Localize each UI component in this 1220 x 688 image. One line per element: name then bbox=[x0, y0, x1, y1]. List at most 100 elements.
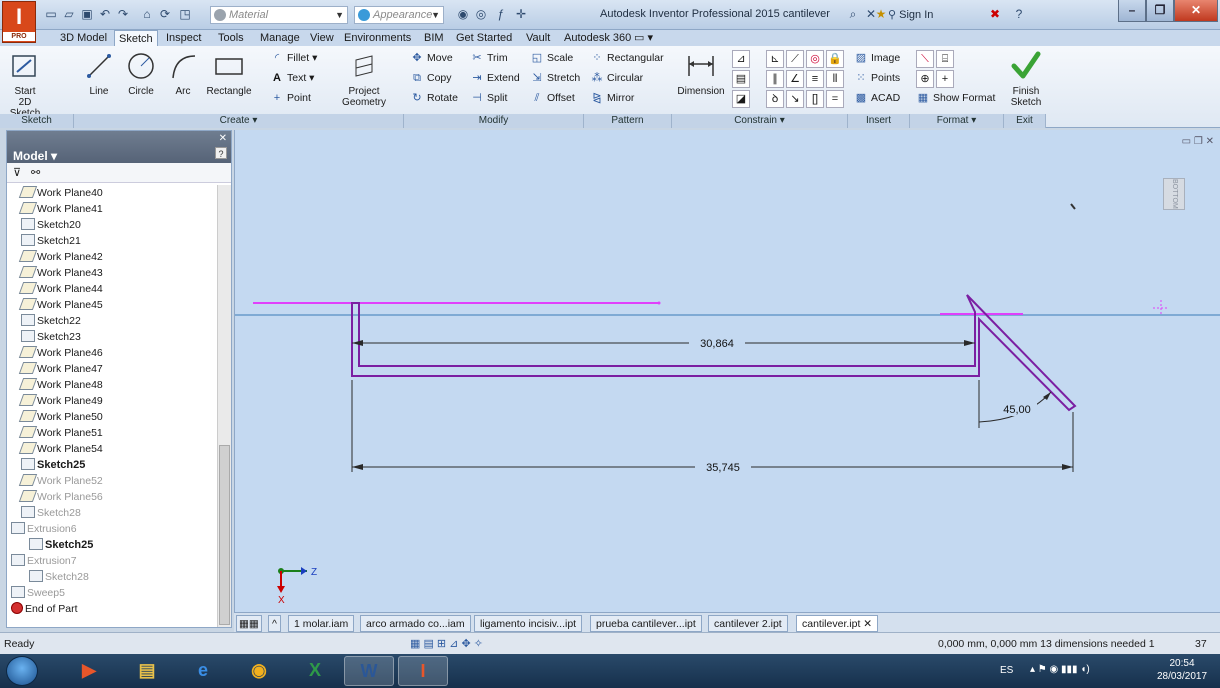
minimize-button[interactable]: – bbox=[1118, 0, 1146, 22]
text-button[interactable]: A Text ▾ bbox=[270, 70, 314, 87]
doc-tab[interactable]: 1 molar.iam bbox=[288, 615, 355, 632]
home-icon[interactable]: ⌂ bbox=[140, 7, 154, 21]
coincident-constraint-icon[interactable]: ∠ bbox=[786, 70, 804, 88]
close-icon[interactable]: ✕ bbox=[219, 133, 227, 144]
tab-vault[interactable]: Vault bbox=[522, 30, 554, 46]
tree-item[interactable]: Work Plane40 bbox=[18, 185, 103, 201]
tray-clock[interactable]: 20:54 28/03/2017 bbox=[1150, 657, 1214, 683]
ribbon-options-icon[interactable]: ▭ ▾ bbox=[630, 30, 657, 46]
dimension-total-length[interactable]: 35,745 bbox=[706, 462, 740, 474]
tree-item[interactable]: Sketch21 bbox=[21, 233, 81, 249]
tree-item[interactable]: Work Plane44 bbox=[18, 281, 103, 297]
start-2d-sketch-button[interactable]: Start 2D Sketch bbox=[2, 48, 48, 119]
collinear-constraint-icon[interactable]: ↘ bbox=[786, 90, 804, 108]
tree-item[interactable]: Work Plane45 bbox=[18, 297, 103, 313]
copy-button[interactable]: ⧉ Copy bbox=[410, 70, 451, 87]
clear-icon[interactable]: ◎ bbox=[474, 7, 488, 21]
rectangular-pattern-button[interactable]: ⁘ Rectangular bbox=[590, 50, 663, 67]
construction-icon[interactable]: ⟍ bbox=[916, 50, 934, 68]
undo-icon[interactable]: ↶ bbox=[98, 7, 112, 21]
viewport-window-controls[interactable]: ▭ ❐ ✕ bbox=[1182, 136, 1214, 147]
dimension-angle[interactable]: 45,00 bbox=[1003, 404, 1031, 416]
tree-item[interactable]: Work Plane51 bbox=[18, 425, 103, 441]
inventor-taskbar-icon[interactable]: I bbox=[398, 656, 448, 686]
word-icon[interactable]: W bbox=[344, 656, 394, 686]
project-geometry-button[interactable]: Project Geometry bbox=[338, 48, 390, 112]
tree-item[interactable]: Sketch22 bbox=[21, 313, 81, 329]
tree-item[interactable]: Work Plane48 bbox=[18, 377, 103, 393]
rectangle-button[interactable]: Rectangle bbox=[200, 48, 258, 112]
rotate-button[interactable]: ↻ Rotate bbox=[410, 90, 458, 107]
tree-item[interactable]: Work Plane49 bbox=[18, 393, 103, 409]
help-icon[interactable]: ? bbox=[1012, 7, 1026, 21]
vertical-constraint-icon[interactable]: ⦀ bbox=[826, 70, 844, 88]
tabs-menu-icon[interactable]: ^ bbox=[268, 615, 281, 632]
redo-icon[interactable]: ↷ bbox=[116, 7, 130, 21]
doc-tab[interactable]: ligamento incisiv...ipt bbox=[474, 615, 583, 632]
tree-item[interactable]: Sketch23 bbox=[21, 329, 81, 345]
tree-item[interactable]: Sketch25 bbox=[29, 537, 94, 553]
tab-get-started[interactable]: Get Started bbox=[452, 30, 516, 46]
tree-item[interactable]: Work Plane54 bbox=[18, 441, 103, 457]
excel-icon[interactable]: X bbox=[290, 656, 340, 686]
tab-tools[interactable]: Tools bbox=[214, 30, 248, 46]
save-icon[interactable]: ▣ bbox=[80, 7, 94, 21]
stretch-button[interactable]: ⇲ Stretch bbox=[530, 70, 580, 87]
tree-item[interactable]: Work Plane47 bbox=[18, 361, 103, 377]
finish-sketch-button[interactable]: Finish Sketch bbox=[1006, 48, 1046, 112]
dimension-inner-length[interactable]: 30,864 bbox=[700, 338, 734, 350]
move-button[interactable]: ✥ Move bbox=[410, 50, 452, 67]
doc-tab-active[interactable]: cantilever.ipt ✕ bbox=[796, 615, 879, 632]
panel-title-constrain[interactable]: Constrain ▾ bbox=[672, 114, 848, 128]
tree-item[interactable]: Work Plane56 bbox=[18, 489, 103, 505]
open-file-icon[interactable]: ▱ bbox=[62, 7, 76, 21]
mirror-button[interactable]: ⧎ Mirror bbox=[590, 90, 634, 107]
tree-item[interactable]: Work Plane41 bbox=[18, 201, 103, 217]
extend-button[interactable]: ⇥ Extend bbox=[470, 70, 519, 87]
sign-in-link[interactable]: ⚲ Sign In bbox=[888, 8, 933, 21]
circle-button[interactable]: Circle bbox=[118, 48, 164, 112]
tree-item[interactable]: Sweep5 bbox=[11, 585, 65, 601]
graphics-window[interactable]: 30,864 35,745 45,00 Z X BOTTOM ▭ ❐ ✕ bbox=[234, 130, 1220, 612]
browser-scrollbar[interactable] bbox=[217, 185, 231, 627]
parameters-icon[interactable]: ƒ bbox=[494, 7, 508, 21]
internet-explorer-icon[interactable]: e bbox=[178, 656, 228, 686]
relax-mode-icon[interactable]: ◪ bbox=[732, 90, 750, 108]
parallel-constraint-icon[interactable]: ∥ bbox=[766, 70, 784, 88]
point-button[interactable]: + Point bbox=[270, 90, 311, 107]
exchange-apps-icon[interactable]: ✖ bbox=[988, 7, 1002, 21]
fillet-button[interactable]: ◜ Fillet ▾ bbox=[270, 50, 318, 67]
help-icon[interactable]: ? bbox=[215, 147, 227, 159]
doc-tab[interactable]: arco armado co...iam bbox=[360, 615, 471, 632]
file-explorer-icon[interactable]: ▤ bbox=[122, 656, 172, 686]
insert-image-button[interactable]: ▨ Image bbox=[854, 50, 900, 67]
close-icon[interactable]: ✕ bbox=[863, 618, 872, 630]
media-player-icon[interactable]: ▶ bbox=[64, 656, 114, 686]
tab-environments[interactable]: Environments bbox=[340, 30, 415, 46]
driven-dimension-icon[interactable]: ⌸ bbox=[936, 50, 954, 68]
circular-pattern-button[interactable]: ⁂ Circular bbox=[590, 70, 644, 87]
view-cube[interactable]: BOTTOM bbox=[1163, 178, 1185, 210]
tab-manage[interactable]: Manage bbox=[256, 30, 304, 46]
scale-button[interactable]: ◱ Scale bbox=[530, 50, 573, 67]
tree-item[interactable]: Sketch20 bbox=[21, 217, 81, 233]
centerpoint-icon[interactable]: ⊕ bbox=[916, 70, 934, 88]
tree-item[interactable]: End of Part bbox=[11, 601, 78, 617]
appearance-select[interactable]: Appearance ▼ bbox=[354, 6, 444, 24]
tab-autodesk-360[interactable]: Autodesk 360 bbox=[560, 30, 635, 46]
tree-item[interactable]: Sketch28 bbox=[29, 569, 89, 585]
favorites-star-icon[interactable]: ★ bbox=[874, 7, 888, 21]
insert-acad-button[interactable]: ▩ ACAD bbox=[854, 90, 900, 107]
concentric-constraint-icon[interactable]: ◎ bbox=[806, 50, 824, 68]
doc-tab[interactable]: cantilever 2.ipt bbox=[708, 615, 788, 632]
tab-inspect[interactable]: Inspect bbox=[162, 30, 205, 46]
restore-icon[interactable]: ❐ bbox=[1194, 136, 1203, 147]
select-mode-icon[interactable]: ◳ bbox=[178, 7, 192, 21]
tree-item[interactable]: Work Plane42 bbox=[18, 249, 103, 265]
material-select[interactable]: Material ▼ bbox=[210, 6, 348, 24]
tab-sketch[interactable]: Sketch bbox=[114, 30, 158, 46]
update-icon[interactable]: ⟳ bbox=[158, 7, 172, 21]
restore-button[interactable]: ❐ bbox=[1146, 0, 1174, 22]
trim-button[interactable]: ✂ Trim bbox=[470, 50, 507, 67]
filter-icon[interactable]: ⊽ bbox=[13, 166, 21, 179]
